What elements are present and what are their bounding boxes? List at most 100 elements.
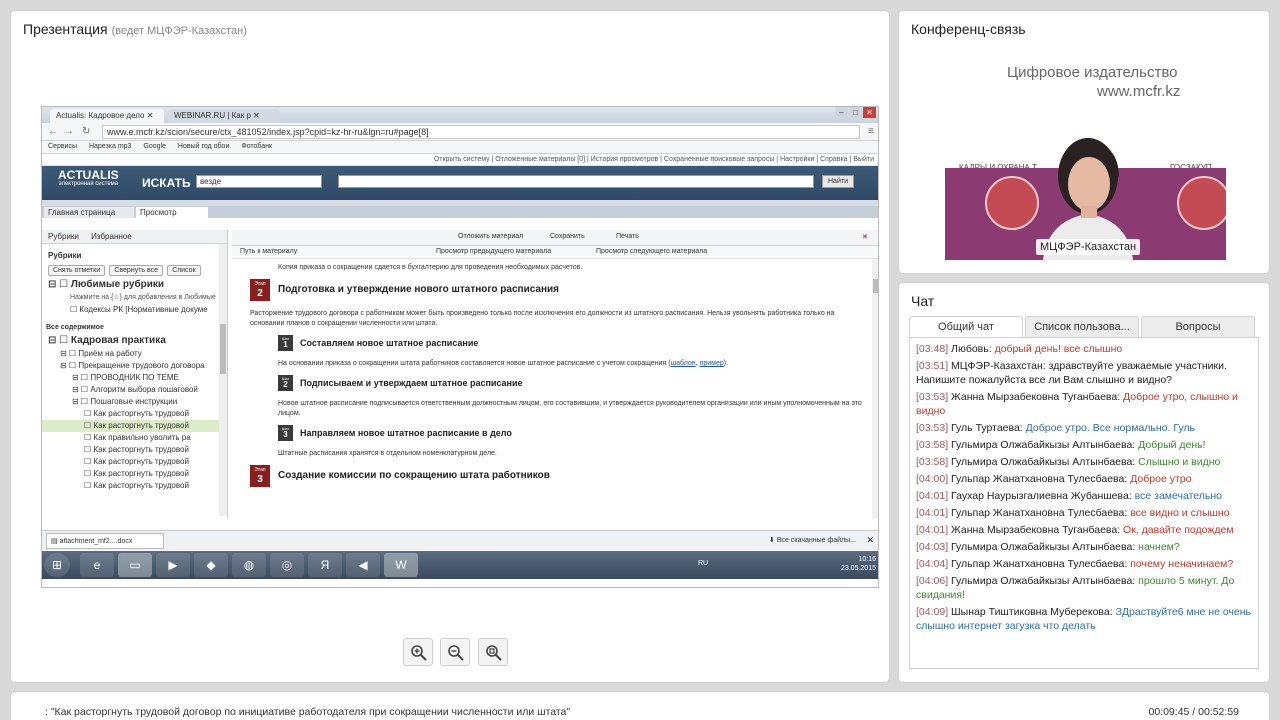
- search-button[interactable]: Найти: [822, 175, 854, 188]
- tree-label: Как расторгнуть трудовой: [93, 457, 189, 466]
- template-link[interactable]: шаблон: [671, 360, 696, 367]
- tab-questions[interactable]: Вопросы: [1141, 316, 1255, 338]
- checkbox-icon[interactable]: ⊟ ☐: [72, 397, 90, 406]
- scrollbar-thumb[interactable]: [873, 279, 878, 293]
- download-item[interactable]: ▤ attachment_mf2....docx: [46, 533, 164, 549]
- tab-general-chat[interactable]: Общий чат: [909, 316, 1023, 338]
- app-icon[interactable]: ◆: [194, 553, 228, 577]
- tree-item[interactable]: ☐ Как правильно уволить ра: [42, 432, 227, 444]
- chat-panel: Чат Общий чат Список пользова... Вопросы…: [899, 283, 1269, 682]
- sidebar-scrollbar[interactable]: [219, 244, 227, 516]
- favorites-note: Нажмите на {☆} для добавления в Любимые: [70, 294, 216, 301]
- url-field[interactable]: www.e.mcfr.kz/scion/secure/ctx_481052/in…: [102, 125, 860, 139]
- checkbox-icon[interactable]: ⊟ ☐: [48, 335, 71, 346]
- close-icon[interactable]: ✕: [253, 111, 260, 120]
- bookmark-mp3[interactable]: Нарезка mp3: [89, 143, 131, 150]
- tree-label: Прекращение трудового договора: [78, 361, 205, 370]
- zoom-fit-button[interactable]: [477, 638, 508, 666]
- explorer-icon[interactable]: ▭: [118, 553, 152, 577]
- tree-item[interactable]: ⊟ ☐ Пошаговые инструкции: [42, 396, 227, 408]
- yandex-icon[interactable]: Я: [308, 553, 342, 577]
- example-link[interactable]: пример: [700, 360, 724, 367]
- close-icon[interactable]: ✕: [147, 111, 154, 120]
- zoom-out-button[interactable]: [440, 638, 471, 666]
- chat-messages[interactable]: [03:48] Любовь: добрый день! все слышно[…: [909, 337, 1259, 669]
- tab-user-list[interactable]: Список пользова...: [1025, 316, 1139, 338]
- actualis-logo[interactable]: ACTUALIS электронная система: [58, 169, 119, 188]
- print-button[interactable]: Печать: [616, 233, 639, 240]
- tree-item[interactable]: ⊟ ☐ ПРОВОДНИК ПО ТЕМЕ: [42, 372, 227, 384]
- search-input[interactable]: [338, 175, 814, 188]
- checkbox-icon[interactable]: ☐: [84, 481, 93, 490]
- tree-item[interactable]: ☐ Как расторгнуть трудовой: [42, 408, 227, 420]
- checkbox-icon[interactable]: ☐: [84, 409, 93, 418]
- prev-material-link[interactable]: Просмотр предыдущего материала: [436, 248, 551, 255]
- tree-codes[interactable]: ☐ Кодексы РК [Нормативные докуме: [42, 304, 227, 316]
- webinar-icon[interactable]: W: [384, 553, 418, 577]
- next-material-link[interactable]: Просмотр следующего материала: [596, 248, 707, 255]
- language-indicator[interactable]: RU: [698, 560, 708, 567]
- checkbox-icon[interactable]: ☐: [84, 433, 93, 442]
- media-player-icon[interactable]: ▶: [156, 553, 190, 577]
- message-author: Гульмира Олжабайкызы Алтынбаева:: [951, 575, 1136, 587]
- checkbox-icon[interactable]: ☐: [84, 445, 93, 454]
- all-downloads-link[interactable]: ⬇ Все скачанные файлы...: [769, 536, 856, 544]
- bookmark-google[interactable]: Google: [143, 143, 166, 150]
- menu-icon[interactable]: ≡: [868, 126, 874, 137]
- forward-icon[interactable]: →: [64, 126, 74, 137]
- checkbox-icon[interactable]: ⊟ ☐: [72, 373, 90, 382]
- path-dropdown[interactable]: Путь к материалу: [240, 248, 297, 255]
- tree-item[interactable]: ⊟ ☐ Кадровая практика: [42, 334, 227, 348]
- tree-item[interactable]: ☐ Как расторгнуть трудовой: [42, 456, 227, 468]
- tree-item[interactable]: ☐ Как расторгнуть трудовой: [42, 480, 227, 492]
- ie-icon[interactable]: e: [80, 553, 114, 577]
- minimize-icon[interactable]: –: [835, 107, 848, 118]
- content-scrollbar[interactable]: [872, 259, 878, 518]
- chrome-icon[interactable]: ◎: [270, 553, 304, 577]
- checkbox-icon[interactable]: ⊟ ☐: [72, 385, 90, 394]
- reload-icon[interactable]: ↻: [82, 126, 90, 137]
- browser-tab-actualis[interactable]: Actualis: Кадровое дело ✕: [50, 109, 164, 123]
- close-icon[interactable]: ✕: [866, 535, 874, 546]
- message-text: Слышно и видно: [1138, 456, 1221, 468]
- favorites-title[interactable]: ⊟ ☐ Любимые рубрики: [42, 278, 227, 292]
- window-close-icon[interactable]: ✕: [863, 107, 876, 118]
- bookmark-wallpapers[interactable]: Новый год обои: [178, 143, 229, 150]
- tree-item[interactable]: ⊟ ☐ Приём на работу: [42, 348, 227, 360]
- checkbox-icon[interactable]: ⊟ ☐: [60, 349, 78, 358]
- scrollbar-thumb[interactable]: [220, 324, 226, 374]
- tree-item[interactable]: ☐ Как расторгнуть трудовой: [42, 420, 227, 432]
- message-text: добрый день! все слышно: [994, 343, 1123, 355]
- video-feed[interactable]: Цифровое издательство www.mcfr.kz КАДРЫ …: [945, 50, 1226, 260]
- system-clock[interactable]: 10:16 23.05.2015: [841, 555, 876, 573]
- tree-item[interactable]: ⊟ ☐ Алгоритм выбора пошаговой: [42, 384, 227, 396]
- checkbox-icon[interactable]: ☐: [84, 457, 93, 466]
- bookmark-services[interactable]: Сервисы: [48, 143, 77, 150]
- bookmark-photobank[interactable]: Фотобанк: [241, 143, 272, 150]
- sidebar-tab-favorites[interactable]: Избранное: [91, 232, 132, 241]
- sound-icon[interactable]: ◀: [346, 553, 380, 577]
- tab-view[interactable]: Просмотр: [136, 207, 208, 218]
- actualis-top-links[interactable]: Открыть систему | Отложенные материалы […: [42, 154, 878, 166]
- sidebar-tab-rubrics[interactable]: Рубрики: [48, 232, 79, 241]
- checkbox-icon[interactable]: ⊟ ☐: [60, 361, 78, 370]
- zoom-in-button[interactable]: [403, 638, 433, 666]
- back-icon[interactable]: ←: [48, 126, 58, 137]
- tree-item[interactable]: ☐ Как расторгнуть трудовой: [42, 444, 227, 456]
- tab-home[interactable]: Главная страница: [44, 207, 134, 218]
- defer-button[interactable]: Отложить материал: [458, 233, 523, 240]
- hp-icon[interactable]: ◍: [232, 553, 266, 577]
- start-icon[interactable]: ⊞: [44, 553, 70, 577]
- list-button[interactable]: Список: [167, 265, 201, 276]
- browser-tab-webinar[interactable]: WEBINAR.RU | Как р ✕: [168, 109, 280, 123]
- clear-marks-button[interactable]: Снять отметки: [48, 265, 106, 276]
- checkbox-icon[interactable]: ☐: [84, 421, 93, 430]
- maximize-icon[interactable]: □: [849, 107, 862, 118]
- close-doc-icon[interactable]: ✕: [862, 233, 868, 241]
- collapse-all-button[interactable]: Свернуть все: [109, 265, 164, 276]
- search-scope-select[interactable]: везде: [196, 175, 322, 188]
- checkbox-icon[interactable]: ☐: [84, 469, 93, 478]
- save-button[interactable]: Сохранить: [550, 233, 585, 240]
- tree-item[interactable]: ☐ Как расторгнуть трудовой: [42, 468, 227, 480]
- tree-item[interactable]: ⊟ ☐ Прекращение трудового договора: [42, 360, 227, 372]
